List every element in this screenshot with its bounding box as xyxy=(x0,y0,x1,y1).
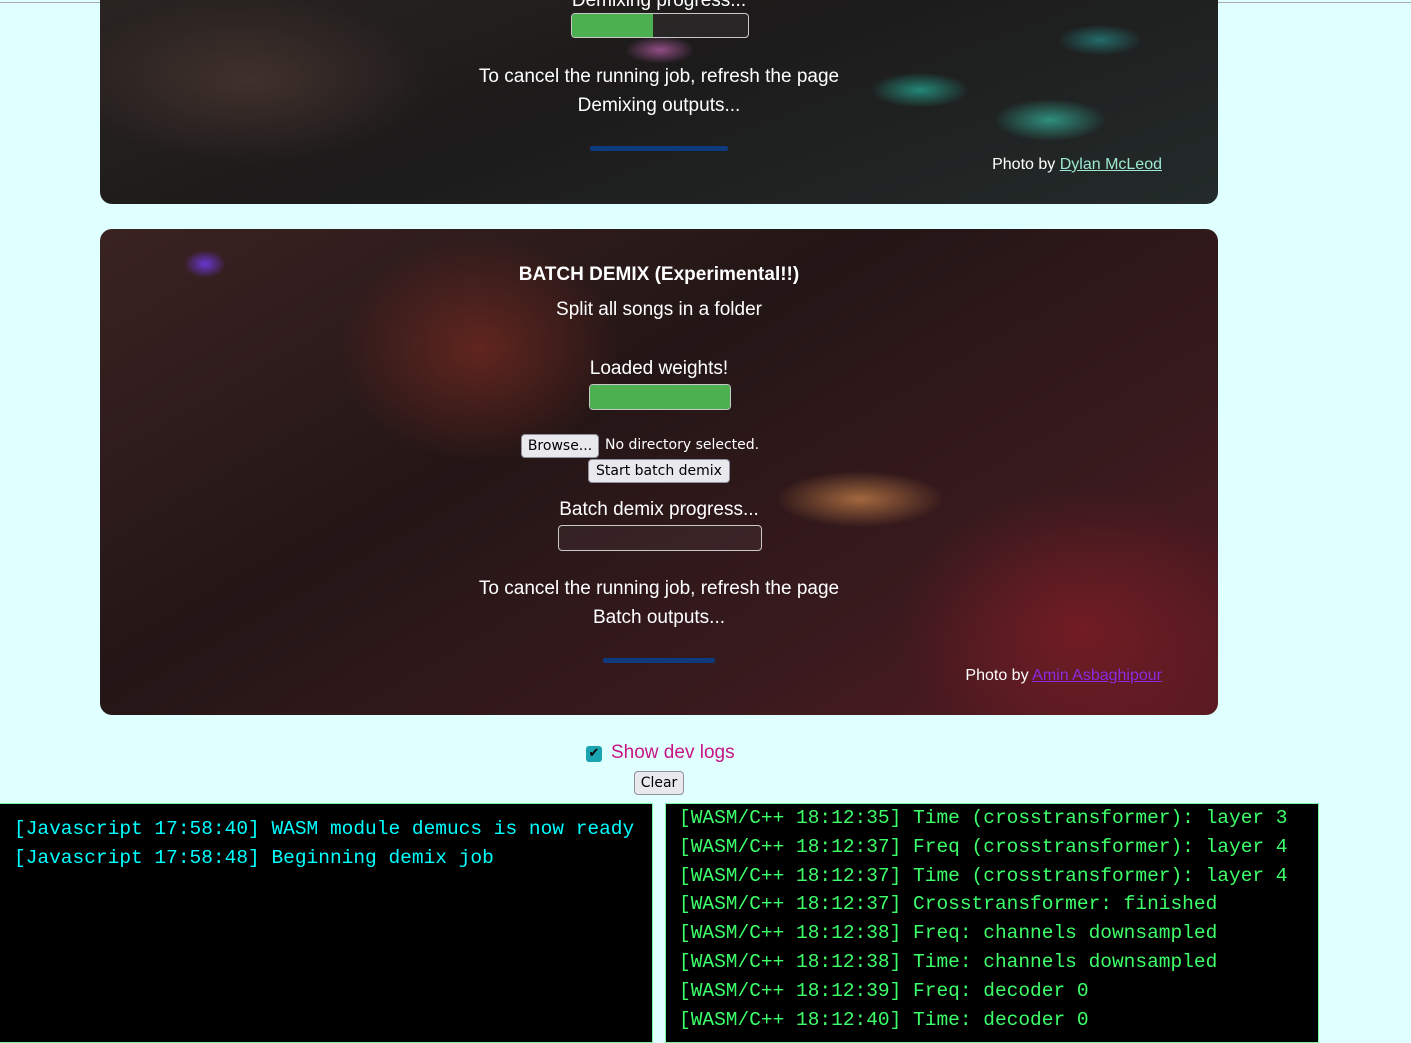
clear-logs-button[interactable]: Clear xyxy=(634,771,684,795)
show-dev-logs-checkbox[interactable]: ✔ xyxy=(586,746,602,762)
batch-subtitle: Split all songs in a folder xyxy=(556,299,762,320)
browse-button[interactable]: Browse... xyxy=(521,434,599,458)
log-line: [Javascript 17:58:40] WASM module demucs… xyxy=(14,818,635,840)
weights-progress-fill xyxy=(590,385,730,409)
wasm-log-panel[interactable]: [WASM/C++ 18:12:35] Time (crosstransform… xyxy=(665,803,1319,1043)
batch-photo-credit: Photo by Amin Asbaghipour xyxy=(965,667,1162,685)
photo-credit-link[interactable]: Dylan McLeod xyxy=(1060,156,1162,173)
log-line: [WASM/C++ 18:12:37] Freq (crosstransform… xyxy=(679,835,1288,858)
batch-progress-bar xyxy=(558,525,762,551)
batch-demix-card: BATCH DEMIX (Experimental!!) Split all s… xyxy=(100,229,1218,715)
demix-outputs-bar xyxy=(590,146,728,151)
photo-credit-link[interactable]: Amin Asbaghipour xyxy=(1032,667,1162,684)
demix-photo-credit: Photo by Dylan McLeod xyxy=(992,156,1162,174)
demix-progress-label: Demixing progress... xyxy=(571,0,747,11)
photo-credit-prefix: Photo by xyxy=(992,156,1056,173)
weights-progress-bar xyxy=(589,384,731,410)
demix-cancel-note: To cancel the running job, refresh the p… xyxy=(478,66,840,87)
demix-progress-fill xyxy=(572,14,653,37)
demix-card: Demixing progress... To cancel the runni… xyxy=(100,0,1218,204)
batch-outputs-bar xyxy=(603,658,715,663)
photo-credit-prefix: Photo by xyxy=(965,667,1029,684)
batch-outputs-label: Batch outputs... xyxy=(592,607,726,628)
weights-label: Loaded weights! xyxy=(589,358,729,379)
demix-outputs-label: Demixing outputs... xyxy=(577,95,741,116)
log-line: [WASM/C++ 18:12:39] Freq: decoder 0 xyxy=(679,979,1089,1002)
log-line: [WASM/C++ 18:12:40] Time: decoder 0 xyxy=(679,1008,1089,1031)
show-dev-logs-label: Show dev logs xyxy=(611,742,735,763)
batch-title: BATCH DEMIX (Experimental!!) xyxy=(518,264,800,285)
javascript-log-panel[interactable]: [Javascript 17:58:40] WASM module demucs… xyxy=(0,803,653,1043)
log-line: [WASM/C++ 18:12:35] Time (crosstransform… xyxy=(679,807,1288,829)
directory-status: No directory selected. xyxy=(605,437,760,453)
log-line: [WASM/C++ 18:12:37] Time (crosstransform… xyxy=(679,864,1288,887)
start-batch-demix-button[interactable]: Start batch demix xyxy=(588,459,730,483)
demix-progress-bar xyxy=(571,13,749,38)
log-line: [Javascript 17:58:48] Beginning demix jo… xyxy=(14,846,494,869)
batch-cancel-note: To cancel the running job, refresh the p… xyxy=(478,578,840,599)
log-line: [WASM/C++ 18:12:38] Freq: channels downs… xyxy=(679,922,1218,945)
log-line: [WASM/C++ 18:12:37] Crosstransformer: fi… xyxy=(679,893,1218,916)
batch-progress-label: Batch demix progress... xyxy=(559,499,759,520)
log-line: [WASM/C++ 18:12:38] Time: channels downs… xyxy=(679,950,1218,973)
